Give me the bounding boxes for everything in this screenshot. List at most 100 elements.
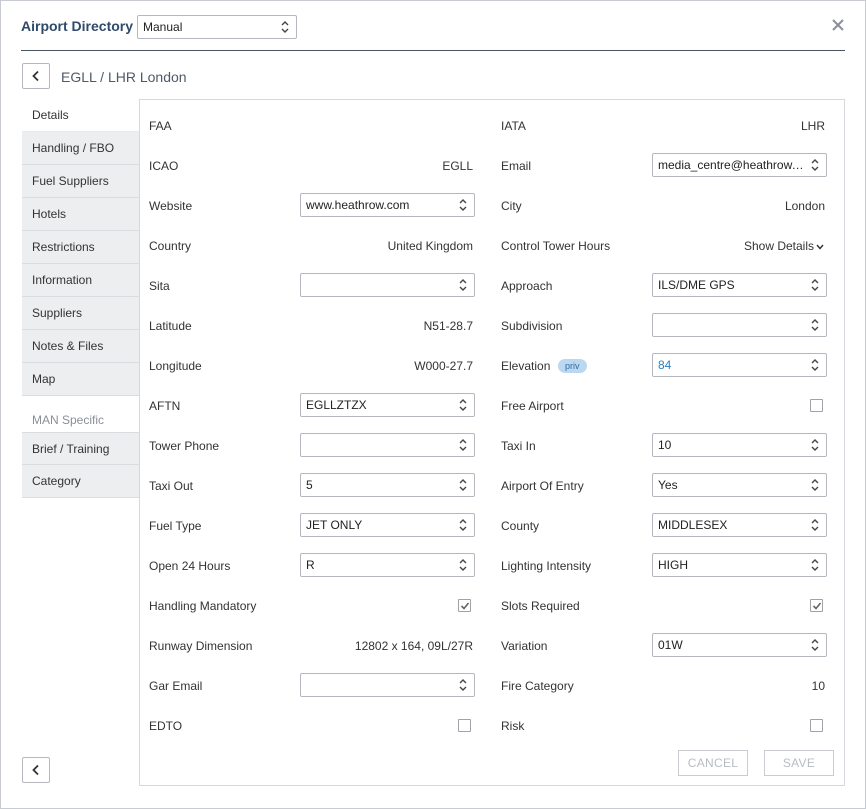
latitude-label: Latitude	[149, 319, 192, 333]
close-icon[interactable]	[829, 16, 847, 34]
approach-select[interactable]: ILS/DME GPS	[652, 273, 827, 297]
airport-of-entry-label: Airport Of Entry	[501, 479, 584, 493]
approach-select-value: ILS/DME GPS	[658, 278, 735, 292]
risk-checkbox[interactable]	[810, 719, 823, 732]
select-arrows-icon	[811, 559, 819, 571]
sita-select[interactable]	[300, 273, 475, 297]
chevron-down-icon	[816, 244, 824, 250]
select-arrows-icon	[459, 519, 467, 531]
longitude-label: Longitude	[149, 359, 202, 373]
iata-value: LHR	[800, 119, 825, 133]
select-arrows-icon	[811, 479, 819, 491]
sidebar-item-notes-files[interactable]: Notes & Files	[22, 330, 140, 363]
header-divider	[21, 50, 845, 51]
lighting-intensity-select-value: HIGH	[658, 558, 688, 572]
taxi-in-select[interactable]: 10	[652, 433, 827, 457]
sidebar-item-handling-fbo[interactable]: Handling / FBO	[22, 132, 140, 165]
select-arrows-icon	[459, 439, 467, 451]
lighting-intensity-select[interactable]: HIGH	[652, 553, 827, 577]
country-label: Country	[149, 239, 192, 253]
website-label: Website	[149, 199, 193, 213]
iata-label: IATA	[501, 119, 526, 133]
runway-dimension-label: Runway Dimension	[149, 639, 253, 653]
airport-of-entry-select[interactable]: Yes	[652, 473, 827, 497]
taxi-in-label: Taxi In	[501, 439, 536, 453]
airport-of-entry-select-value: Yes	[658, 478, 678, 492]
sidebar-item-category[interactable]: Category	[22, 465, 140, 498]
runway-dimension-value: 12802 x 164, 09L/27R	[354, 639, 473, 653]
variation-label: Variation	[501, 639, 548, 653]
tower-phone-select[interactable]	[300, 433, 475, 457]
select-arrows-icon	[811, 319, 819, 331]
sidebar-item-brief-training[interactable]: Brief / Training	[22, 432, 140, 465]
checkmark-icon	[812, 602, 822, 610]
email-select[interactable]: media_centre@heathrow.com	[652, 153, 827, 177]
select-arrows-icon	[811, 439, 819, 451]
handling-mandatory-label: Handling Mandatory	[149, 599, 257, 613]
chevron-left-icon	[32, 764, 39, 776]
sidebar: Details Handling / FBO Fuel Suppliers Ho…	[22, 99, 140, 498]
show-details-label: Show Details	[743, 239, 814, 253]
tower-phone-label: Tower Phone	[149, 439, 220, 453]
taxi-out-select-value: 5	[306, 478, 313, 492]
longitude-value: W000-27.7	[414, 359, 473, 373]
email-label: Email	[501, 159, 532, 173]
select-arrows-icon	[811, 159, 819, 171]
subdivision-select[interactable]	[652, 313, 827, 337]
handling-mandatory-checkbox[interactable]	[458, 599, 471, 612]
select-arrows-icon	[811, 519, 819, 531]
sidebar-item-details[interactable]: Details	[22, 99, 140, 132]
select-arrows-icon	[811, 279, 819, 291]
aftn-select[interactable]: EGLLZTZX	[300, 393, 475, 417]
sidebar-item-map[interactable]: Map	[22, 363, 140, 396]
taxi-out-label: Taxi Out	[149, 479, 194, 493]
edto-label: EDTO	[149, 719, 183, 733]
variation-select-value: 01W	[658, 638, 683, 652]
open-24-hours-select[interactable]: R	[300, 553, 475, 577]
sidebar-item-hotels[interactable]: Hotels	[22, 198, 140, 231]
aftn-label: AFTN	[149, 399, 181, 413]
back-button[interactable]	[22, 63, 50, 89]
footer-back-button[interactable]	[22, 757, 50, 783]
dialog-title: Airport Directory	[21, 18, 134, 34]
sidebar-item-fuel-suppliers[interactable]: Fuel Suppliers	[22, 165, 140, 198]
cancel-button[interactable]: CANCEL	[678, 750, 748, 776]
sidebar-item-information[interactable]: Information	[22, 264, 140, 297]
select-arrows-icon	[459, 199, 467, 211]
elevation-select-value: 84	[658, 358, 672, 372]
county-label: County	[501, 519, 540, 533]
control-tower-hours-label: Control Tower Hours	[501, 239, 611, 253]
risk-label: Risk	[501, 719, 525, 733]
free-airport-checkbox[interactable]	[810, 399, 823, 412]
icao-label: ICAO	[149, 159, 179, 173]
sidebar-item-suppliers[interactable]: Suppliers	[22, 297, 140, 330]
aftn-select-value: EGLLZTZX	[306, 398, 367, 412]
latitude-value: N51-28.7	[423, 319, 473, 333]
open-24-hours-label: Open 24 Hours	[149, 559, 231, 573]
select-arrows-icon	[459, 679, 467, 691]
taxi-in-select-value: 10	[658, 438, 672, 452]
gar-email-label: Gar Email	[149, 679, 203, 693]
city-label: City	[501, 199, 522, 213]
show-details-toggle[interactable]: Show Details	[744, 239, 824, 253]
mode-select-value: Manual	[143, 20, 183, 34]
gar-email-select[interactable]	[300, 673, 475, 697]
checkmark-icon	[460, 602, 470, 610]
slots-required-checkbox[interactable]	[810, 599, 823, 612]
select-arrows-icon	[811, 639, 819, 651]
elevation-select[interactable]: 84	[652, 353, 827, 377]
taxi-out-select[interactable]: 5	[300, 473, 475, 497]
free-airport-label: Free Airport	[501, 399, 564, 413]
sidebar-item-restrictions[interactable]: Restrictions	[22, 231, 140, 264]
select-arrows-icon	[459, 399, 467, 411]
county-select[interactable]: MIDDLESEX	[652, 513, 827, 537]
country-value: United Kingdom	[387, 239, 473, 253]
variation-select[interactable]: 01W	[652, 633, 827, 657]
fuel-type-select[interactable]: JET ONLY	[300, 513, 475, 537]
save-button[interactable]: SAVE	[764, 750, 834, 776]
mode-select[interactable]: Manual	[137, 15, 297, 39]
airport-directory-dialog: Airport Directory Manual EGLL / LHR Lond…	[0, 0, 866, 809]
edto-checkbox[interactable]	[458, 719, 471, 732]
website-select[interactable]: www.heathrow.com	[300, 193, 475, 217]
county-select-value: MIDDLESEX	[658, 518, 728, 532]
